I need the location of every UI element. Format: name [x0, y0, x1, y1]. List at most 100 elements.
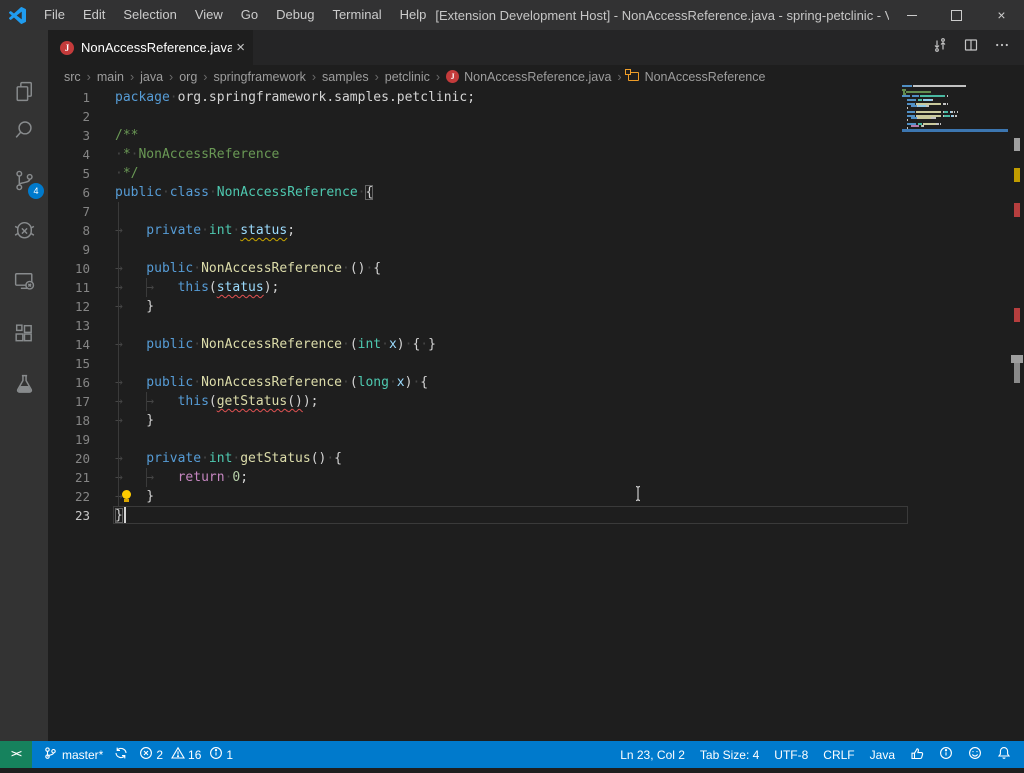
sidebar-item-source-control[interactable]: 4 [0, 158, 48, 202]
code-line[interactable]: 13 [48, 316, 1024, 335]
code-line[interactable]: 23} [48, 506, 1024, 525]
sidebar-item-run-and-debug[interactable] [0, 208, 48, 252]
minimize-icon [907, 15, 917, 16]
title-bar: FileEditSelectionViewGoDebugTerminalHelp… [0, 0, 1024, 30]
code-line[interactable]: 20→private·int·getStatus()·{ [48, 449, 1024, 468]
line-number[interactable]: 18 [48, 411, 90, 430]
line-number[interactable]: 10 [48, 259, 90, 278]
cursor-caret [124, 507, 126, 523]
eol-status[interactable]: CRLF [823, 748, 854, 762]
problems-status[interactable]: 2 16 1 [139, 746, 238, 763]
code-line[interactable]: 6public·class·NonAccessReference·{ [48, 183, 1024, 202]
code-line[interactable]: 16→public·NonAccessReference·(long·x)·{ [48, 373, 1024, 392]
line-number[interactable]: 12 [48, 297, 90, 316]
bell-icon[interactable] [997, 746, 1011, 763]
close-button[interactable]: × [979, 0, 1024, 30]
more-actions-icon[interactable] [994, 37, 1010, 58]
line-number[interactable]: 17 [48, 392, 90, 411]
line-number[interactable]: 15 [48, 354, 90, 373]
code-line[interactable]: 3/** [48, 126, 1024, 145]
code-line[interactable]: 10→public·NonAccessReference·()·{ [48, 259, 1024, 278]
info-circle-icon[interactable] [939, 746, 953, 763]
breadcrumb-item[interactable]: src [64, 70, 81, 84]
sidebar-item-remote-explorer[interactable] [0, 258, 48, 302]
line-number[interactable]: 3 [48, 126, 90, 145]
status-bar-right: Ln 23, Col 2 Tab Size: 4 UTF-8 CRLF Java [620, 746, 1024, 763]
lightbulb-icon[interactable] [122, 490, 131, 499]
line-number[interactable]: 14 [48, 335, 90, 354]
menu-debug[interactable]: Debug [267, 0, 323, 30]
breadcrumb-item[interactable]: main [97, 70, 124, 84]
line-number[interactable]: 2 [48, 107, 90, 126]
sidebar-item-testing[interactable] [0, 362, 48, 406]
language-mode[interactable]: Java [870, 748, 895, 762]
split-editor-icon[interactable] [963, 37, 979, 58]
code-line[interactable]: 19 [48, 430, 1024, 449]
breadcrumb-item[interactable]: JNonAccessReference.java [446, 70, 611, 84]
code-line[interactable]: 12→} [48, 297, 1024, 316]
line-number[interactable]: 19 [48, 430, 90, 449]
code-line[interactable]: 8→private·int·status; [48, 221, 1024, 240]
open-changes-icon[interactable] [932, 37, 948, 58]
menu-terminal[interactable]: Terminal [323, 0, 390, 30]
breadcrumb-item[interactable]: petclinic [385, 70, 430, 84]
code-line[interactable]: 21→→return·0; [48, 468, 1024, 487]
tab-nonaccessreference[interactable]: J NonAccessReference.java × [48, 30, 253, 65]
menu-selection[interactable]: Selection [114, 0, 185, 30]
smiley-icon[interactable] [968, 746, 982, 763]
code-line[interactable]: 15 [48, 354, 1024, 373]
line-number[interactable]: 6 [48, 183, 90, 202]
code-line[interactable]: 5·*/ [48, 164, 1024, 183]
indentation-status[interactable]: Tab Size: 4 [700, 748, 759, 762]
code-line[interactable]: 11→→this(status); [48, 278, 1024, 297]
code-line[interactable]: 22→} [48, 487, 1024, 506]
line-number[interactable]: 22 [48, 487, 90, 506]
code-line[interactable]: 1package·org.springframework.samples.pet… [48, 88, 1024, 107]
cursor-position[interactable]: Ln 23, Col 2 [620, 748, 685, 762]
sidebar-item-search[interactable] [0, 108, 48, 152]
menu-file[interactable]: File [35, 0, 74, 30]
sidebar-item-explorer[interactable] [0, 69, 48, 113]
tab-close-icon[interactable]: × [236, 41, 245, 55]
breadcrumb-item[interactable]: springframework [213, 70, 305, 84]
maximize-button[interactable] [934, 0, 979, 30]
line-number[interactable]: 1 [48, 88, 90, 107]
breadcrumb-item[interactable]: samples [322, 70, 369, 84]
feedback-icon[interactable] [910, 746, 924, 763]
line-number[interactable]: 5 [48, 164, 90, 183]
git-branch-status[interactable]: master* [43, 746, 103, 763]
menu-go[interactable]: Go [232, 0, 267, 30]
remote-indicator[interactable]: >< [0, 741, 32, 768]
code-line[interactable]: 2 [48, 107, 1024, 126]
line-number[interactable]: 7 [48, 202, 90, 221]
info-count: 1 [226, 748, 233, 762]
menu-help[interactable]: Help [391, 0, 436, 30]
line-number[interactable]: 20 [48, 449, 90, 468]
code-line[interactable]: 4·*·NonAccessReference [48, 145, 1024, 164]
breadcrumb-separator: › [375, 70, 379, 84]
minimize-button[interactable] [889, 0, 934, 30]
code-line[interactable]: 9 [48, 240, 1024, 259]
line-number[interactable]: 23 [48, 506, 90, 525]
code-editor[interactable]: 1package·org.springframework.samples.pet… [48, 88, 1024, 741]
code-line[interactable]: 7 [48, 202, 1024, 221]
line-number[interactable]: 16 [48, 373, 90, 392]
line-number[interactable]: 8 [48, 221, 90, 240]
breadcrumb-item[interactable]: NonAccessReference [628, 70, 766, 84]
menu-view[interactable]: View [186, 0, 232, 30]
line-number[interactable]: 9 [48, 240, 90, 259]
sync-button[interactable] [114, 746, 128, 763]
minimap[interactable] [902, 85, 1008, 131]
encoding-status[interactable]: UTF-8 [774, 748, 808, 762]
menu-edit[interactable]: Edit [74, 0, 114, 30]
code-line[interactable]: 18→} [48, 411, 1024, 430]
line-number[interactable]: 4 [48, 145, 90, 164]
code-line[interactable]: 17→→this(getStatus()); [48, 392, 1024, 411]
breadcrumb-item[interactable]: org [179, 70, 197, 84]
sidebar-item-extensions[interactable] [0, 311, 48, 355]
code-line[interactable]: 14→public·NonAccessReference·(int·x)·{·} [48, 335, 1024, 354]
line-number[interactable]: 13 [48, 316, 90, 335]
line-number[interactable]: 11 [48, 278, 90, 297]
breadcrumb-item[interactable]: java [140, 70, 163, 84]
line-number[interactable]: 21 [48, 468, 90, 487]
